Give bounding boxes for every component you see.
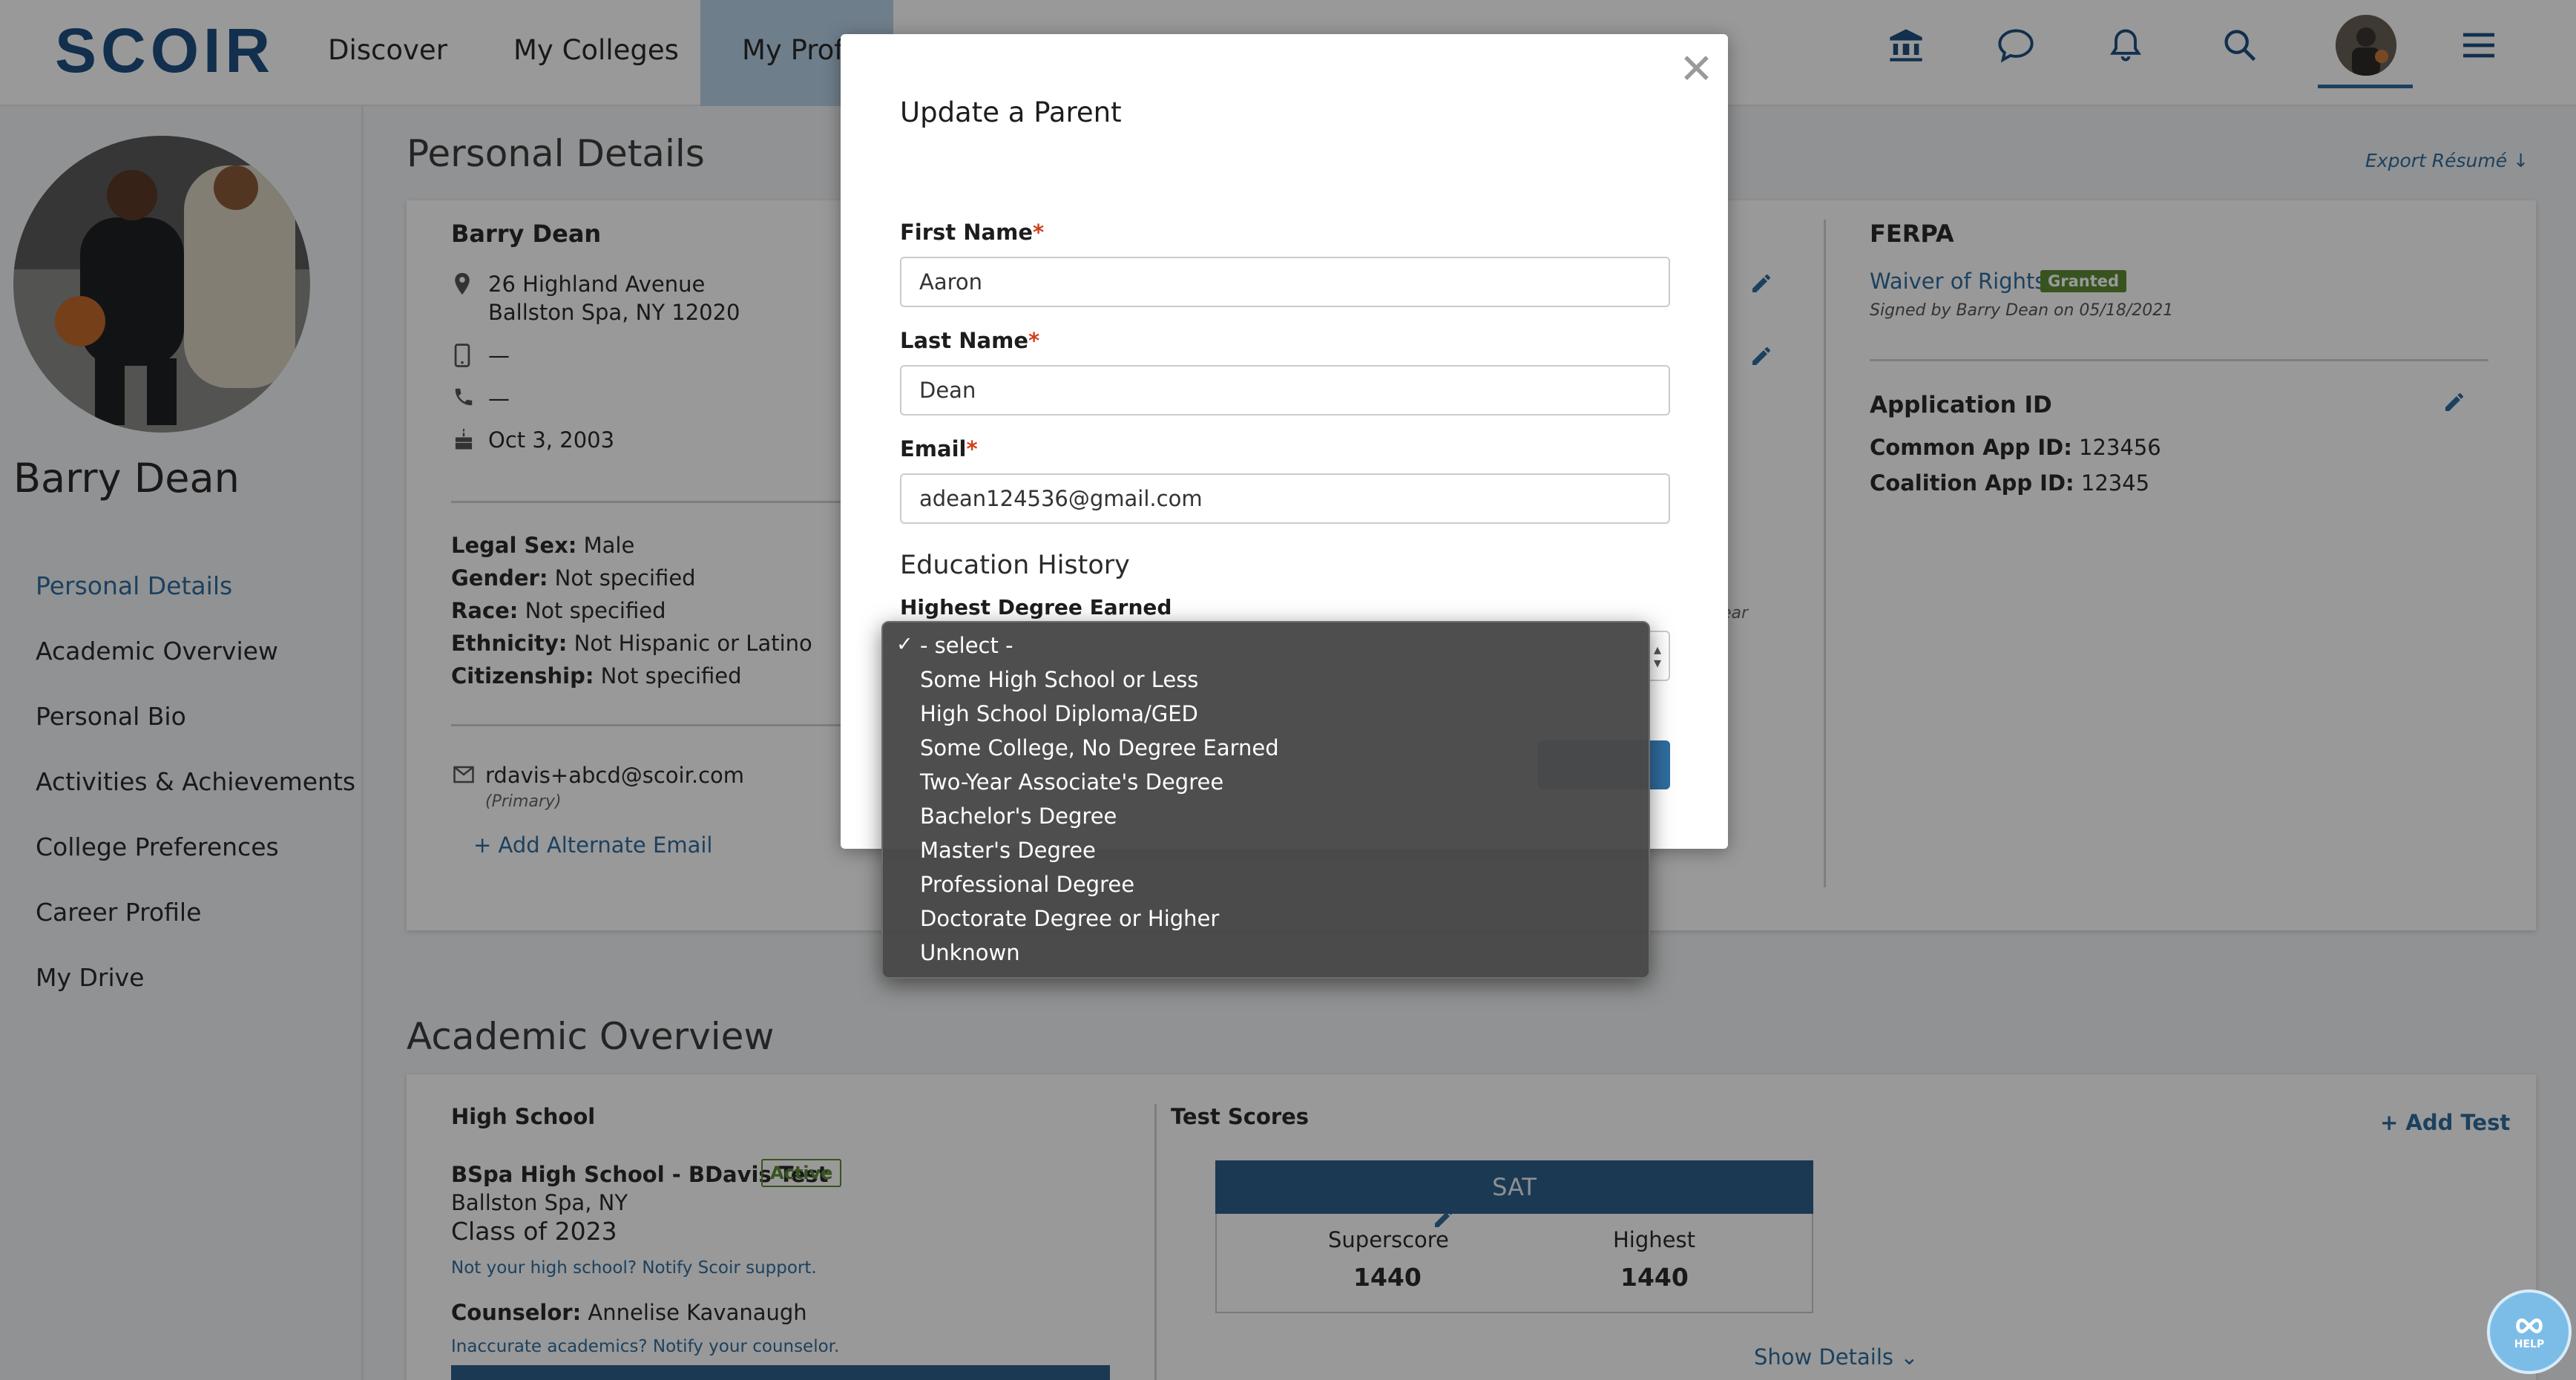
dropdown-option[interactable]: Some High School or Less — [920, 667, 1198, 692]
dropdown-option[interactable]: Master's Degree — [920, 838, 1096, 863]
last-name-label: Last Name* — [900, 328, 1039, 353]
email-input[interactable]: adean124536@gmail.com — [900, 473, 1670, 524]
email-label-text: Email — [900, 436, 967, 461]
check-icon: ✓ — [896, 633, 913, 656]
first-name-label: First Name* — [900, 220, 1044, 245]
last-name-input[interactable]: Dean — [900, 365, 1670, 415]
first-name-input[interactable]: Aaron — [900, 257, 1670, 307]
education-history-title: Education History — [900, 551, 1130, 580]
highest-degree-label: Highest Degree Earned — [900, 595, 1172, 620]
dropdown-option[interactable]: Bachelor's Degree — [920, 804, 1117, 829]
required-mark: * — [1033, 220, 1045, 245]
dropdown-option[interactable]: High School Diploma/GED — [920, 701, 1198, 726]
dropdown-option[interactable]: Two-Year Associate's Degree — [920, 769, 1223, 795]
required-mark: * — [966, 436, 978, 461]
dropdown-option[interactable]: Unknown — [920, 940, 1020, 965]
dropdown-option[interactable]: Some College, No Degree Earned — [920, 735, 1279, 760]
dropdown-option[interactable]: Professional Degree — [920, 872, 1134, 897]
last-name-label-text: Last Name — [900, 328, 1028, 353]
help-label: HELP — [2514, 1338, 2545, 1350]
help-button[interactable]: HELP — [2487, 1289, 2572, 1374]
close-icon[interactable]: ✕ — [1679, 49, 1714, 91]
required-mark: * — [1028, 328, 1040, 353]
dropdown-option[interactable]: - select - — [920, 633, 1013, 658]
help-icon — [2516, 1318, 2543, 1333]
dropdown-option[interactable]: Doctorate Degree or Higher — [920, 906, 1219, 931]
select-arrows-icon: ▴ ▾ — [1653, 640, 1661, 671]
modal-title: Update a Parent — [900, 96, 1122, 128]
degree-dropdown-menu: ✓ - select - Some High School or Less Hi… — [881, 621, 1650, 979]
first-name-label-text: First Name — [900, 220, 1033, 245]
email-label: Email* — [900, 436, 978, 461]
